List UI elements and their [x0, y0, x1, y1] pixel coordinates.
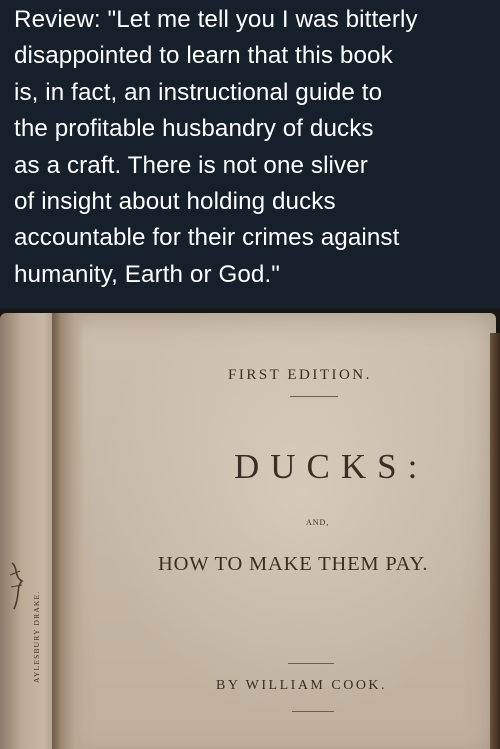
edition-label: FIRST EDITION.: [228, 367, 372, 383]
title-page: FIRST EDITION. DUCKS: AND, HOW TO MAKE T…: [62, 313, 496, 749]
book-photo: AYLESBURY DRAKE. FIRST EDITION. DUCKS: A…: [0, 309, 500, 749]
plate-caption: AYLESBURY DRAKE.: [32, 590, 41, 683]
review-text: Review: "Let me tell you I was bitterly …: [14, 6, 418, 288]
title-conjunction: AND,: [306, 518, 330, 527]
book-title: DUCKS:: [234, 447, 429, 486]
divider-rule: [290, 396, 338, 397]
author-line: BY WILLIAM COOK.: [216, 678, 388, 693]
divider-rule: [288, 663, 334, 664]
page-shadow: [62, 313, 84, 749]
book-subtitle: HOW TO MAKE THEM PAY.: [158, 553, 429, 575]
drake-illustration-fragment: [9, 562, 24, 610]
divider-rule: [292, 711, 334, 712]
book-cover-edge: [490, 333, 500, 749]
